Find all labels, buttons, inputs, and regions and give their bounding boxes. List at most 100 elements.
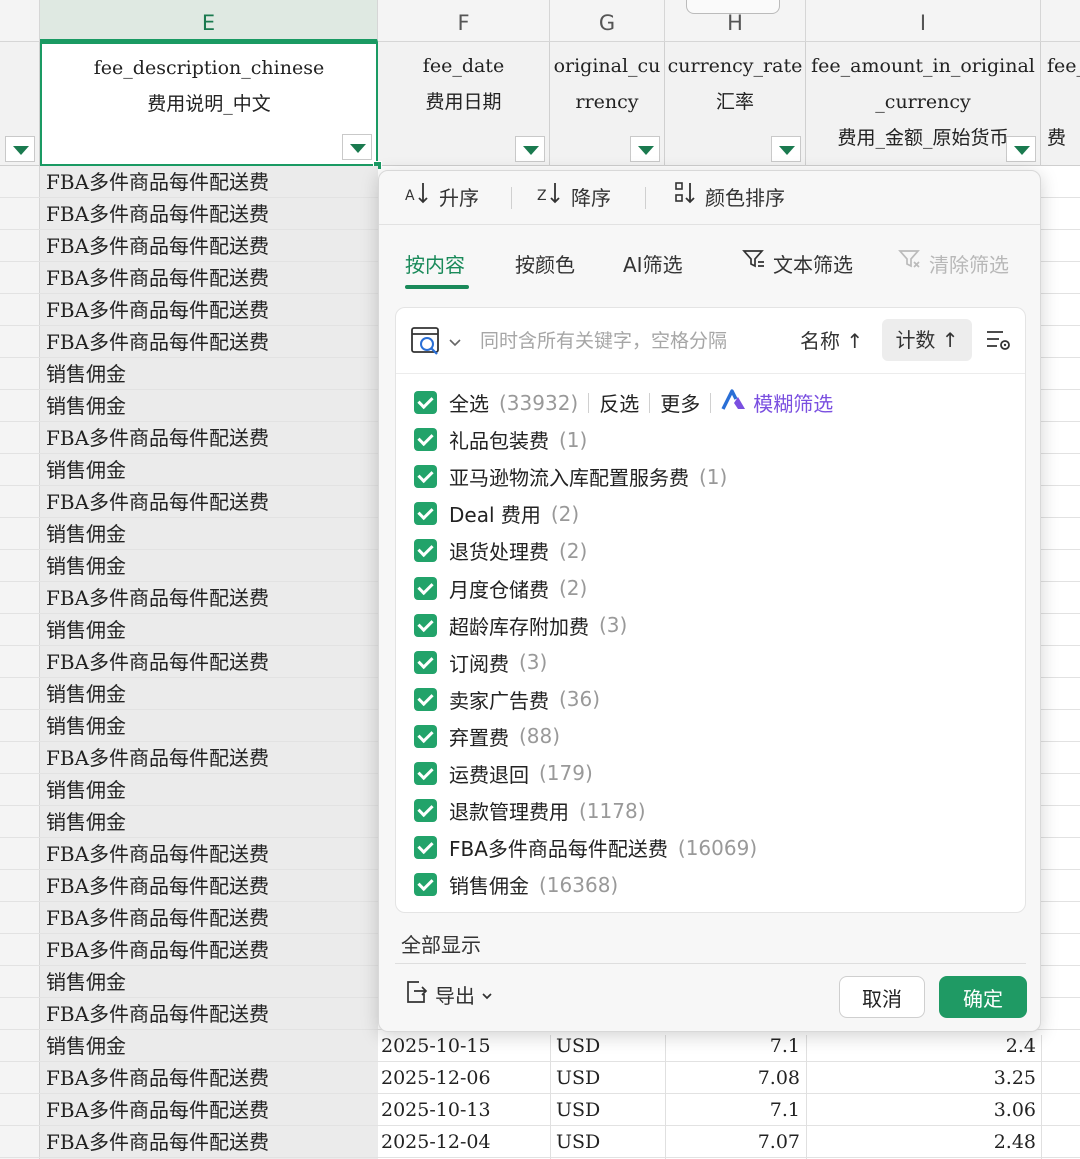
search-input[interactable]	[480, 324, 780, 358]
column-letter-g[interactable]: G	[550, 0, 665, 42]
filter-value-checkbox[interactable]	[414, 576, 437, 600]
sort-descending-button[interactable]: Z 降序	[537, 181, 611, 215]
cell-currency-rate[interactable]: 7.07	[666, 1126, 800, 1158]
cell-fee-description[interactable]: 销售佣金	[46, 966, 126, 998]
cell-currency-rate[interactable]: 7.08	[666, 1062, 800, 1094]
header-cell-fee-description[interactable]: fee_description_chinese 费用说明_中文	[40, 42, 378, 166]
header-cell-fee-date[interactable]: fee_date 费用日期	[378, 42, 550, 166]
cell-fee-description[interactable]: 销售佣金	[46, 454, 126, 486]
cell-fee-description[interactable]: 销售佣金	[46, 710, 126, 742]
cell-fee-description[interactable]: 销售佣金	[46, 358, 126, 390]
filter-dropdown-button[interactable]	[5, 136, 35, 162]
column-letter-i[interactable]: I	[806, 0, 1041, 42]
header-cell-currency-rate[interactable]: currency_rate 汇率	[665, 42, 806, 166]
filter-value-item[interactable]: 亚马逊物流入库配置服务费 (1)	[414, 458, 1014, 495]
column-letter-j[interactable]	[1041, 0, 1080, 42]
filter-value-checkbox[interactable]	[414, 428, 437, 452]
header-cell-fee-amount[interactable]: fee_amount_in_original _currency 费用_金额_原…	[806, 42, 1041, 166]
more-button[interactable]: 更多	[660, 388, 700, 417]
filter-value-checkbox[interactable]	[414, 687, 437, 711]
tab-text-filter[interactable]: 文本筛选	[741, 243, 853, 287]
sort-ascending-button[interactable]: A 升序	[405, 181, 479, 215]
filter-value-checkbox[interactable]	[414, 613, 437, 637]
filter-value-item[interactable]: 月度仓储费 (2)	[414, 569, 1014, 606]
filter-value-item[interactable]: 礼品包装费 (1)	[414, 421, 1014, 458]
filter-value-checkbox[interactable]	[414, 836, 437, 860]
cell-fee-description[interactable]: FBA多件商品每件配送费	[46, 838, 269, 870]
filter-value-item[interactable]: Deal 费用 (2)	[414, 495, 1014, 532]
filter-dropdown-button-h[interactable]	[771, 136, 801, 162]
filter-value-item[interactable]: 弃置费 (88)	[414, 718, 1014, 755]
cell-fee-description[interactable]: 销售佣金	[46, 774, 126, 806]
cell-fee-amount[interactable]: 3.25	[806, 1062, 1036, 1094]
cell-fee-description[interactable]: 销售佣金	[46, 550, 126, 582]
cell-fee-description[interactable]: FBA多件商品每件配送费	[46, 1062, 269, 1094]
cell-fee-description[interactable]: FBA多件商品每件配送费	[46, 262, 269, 294]
cell-fee-description[interactable]: FBA多件商品每件配送费	[46, 1126, 269, 1158]
cell-fee-description[interactable]: FBA多件商品每件配送费	[46, 486, 269, 518]
cell-currency[interactable]: USD	[556, 1062, 600, 1094]
cell-fee-description[interactable]: FBA多件商品每件配送费	[46, 422, 269, 454]
cell-fee-amount[interactable]: 3.06	[806, 1094, 1036, 1126]
tab-by-content[interactable]: 按内容	[405, 243, 469, 289]
cell-fee-date[interactable]: 2025-10-13	[381, 1094, 491, 1126]
clear-filter-button[interactable]: 清除筛选	[897, 243, 1009, 287]
column-letter-e[interactable]: E	[40, 0, 378, 42]
filter-dropdown-button-e[interactable]	[342, 134, 372, 160]
tab-ai-filter[interactable]: AI筛选	[623, 243, 683, 287]
list-settings-icon[interactable]	[984, 326, 1012, 358]
invert-selection-button[interactable]: 反选	[599, 388, 639, 417]
cell-fee-date[interactable]: 2025-12-06	[381, 1062, 491, 1094]
column-letter-f[interactable]: F	[378, 0, 550, 42]
tab-by-color[interactable]: 按颜色	[515, 243, 575, 287]
cell-currency-rate[interactable]: 7.1	[666, 1030, 800, 1062]
sort-by-name-button[interactable]: 名称 ↑	[800, 324, 863, 358]
cell-fee-amount[interactable]: 2.48	[806, 1126, 1036, 1158]
cell-fee-description[interactable]: 销售佣金	[46, 614, 126, 646]
filter-value-checkbox[interactable]	[414, 799, 437, 823]
filter-value-item[interactable]: 退货处理费 (2)	[414, 532, 1014, 569]
header-cell-original-currency[interactable]: original_cu rrency	[550, 42, 665, 166]
cell-fee-amount[interactable]: 2.4	[806, 1030, 1036, 1062]
cell-fee-description[interactable]: FBA多件商品每件配送费	[46, 1094, 269, 1126]
cell-fee-description[interactable]: FBA多件商品每件配送费	[46, 230, 269, 262]
search-scope-dropdown[interactable]	[410, 324, 462, 362]
filter-dropdown-button-f[interactable]	[515, 136, 545, 162]
filter-value-item[interactable]: 卖家广告费 (36)	[414, 681, 1014, 718]
cell-fee-description[interactable]: FBA多件商品每件配送费	[46, 326, 269, 358]
filter-value-checkbox[interactable]	[414, 502, 437, 526]
cell-fee-description[interactable]: 销售佣金	[46, 390, 126, 422]
export-button[interactable]: 导出	[403, 979, 493, 1010]
cell-fee-description[interactable]: FBA多件商品每件配送费	[46, 998, 269, 1030]
select-all-checkbox[interactable]	[414, 391, 437, 415]
filter-dropdown-button-g[interactable]	[630, 136, 660, 162]
filter-value-checkbox[interactable]	[414, 873, 437, 897]
cell-fee-description[interactable]: 销售佣金	[46, 1030, 126, 1062]
cell-currency[interactable]: USD	[556, 1094, 600, 1126]
select-all-label[interactable]: 全选	[449, 388, 489, 417]
filter-value-item[interactable]: 退款管理费用 (1178)	[414, 792, 1014, 829]
cell-fee-description[interactable]: FBA多件商品每件配送费	[46, 646, 269, 678]
filter-value-checkbox[interactable]	[414, 761, 437, 785]
sort-by-color-button[interactable]: 颜色排序	[673, 181, 785, 215]
filter-value-checkbox[interactable]	[414, 650, 437, 674]
cell-fee-date[interactable]: 2025-10-15	[381, 1030, 491, 1062]
cell-fee-date[interactable]: 2025-12-04	[381, 1126, 491, 1158]
cell-fee-description[interactable]: FBA多件商品每件配送费	[46, 198, 269, 230]
show-all-button[interactable]: 全部显示	[401, 929, 481, 958]
cell-fee-description[interactable]: FBA多件商品每件配送费	[46, 870, 269, 902]
cell-fee-description[interactable]: FBA多件商品每件配送费	[46, 166, 269, 198]
fuzzy-filter-button[interactable]: 模糊筛选	[721, 388, 833, 417]
filter-value-checkbox[interactable]	[414, 539, 437, 563]
cell-currency-rate[interactable]: 7.1	[666, 1094, 800, 1126]
filter-value-item[interactable]: 销售佣金 (16368)	[414, 866, 1014, 903]
confirm-button[interactable]: 确定	[939, 976, 1027, 1018]
header-cell-next[interactable]: fee_ 费	[1041, 42, 1080, 166]
cell-fee-description[interactable]: FBA多件商品每件配送费	[46, 294, 269, 326]
sort-by-count-button[interactable]: 计数 ↑	[882, 319, 972, 361]
filter-dropdown-button-i[interactable]	[1006, 136, 1036, 162]
filter-value-item[interactable]: 订阅费 (3)	[414, 644, 1014, 681]
cell-currency[interactable]: USD	[556, 1126, 600, 1158]
cell-fee-description[interactable]: 销售佣金	[46, 806, 126, 838]
cancel-button[interactable]: 取消	[839, 976, 925, 1018]
